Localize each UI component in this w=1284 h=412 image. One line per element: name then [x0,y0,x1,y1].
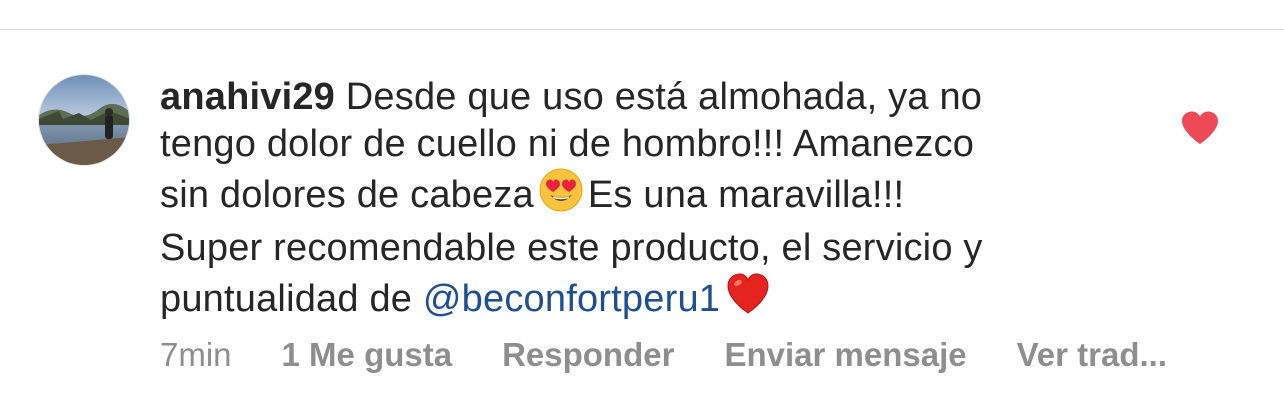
comment-actions: 7min 1 Me gusta Responder Enviar mensaje Ver… [160,336,1167,380]
mention-link[interactable]: @beconfortperu1 [423,278,720,320]
red-heart-emoji-icon [724,271,772,329]
avatar-photo [39,75,129,165]
send-message-button[interactable]: Enviar mensaje [724,336,966,374]
heart-eyes-emoji-icon [538,167,584,225]
comment-username[interactable]: anahivi29 [160,76,335,118]
comment-line-3-text-a: sin dolores de cabeza [160,174,534,216]
heart-icon [1182,111,1218,144]
comment-line-4: Super recomendable este producto, el ser… [160,226,983,269]
like-button[interactable] [1180,110,1220,146]
comment-line-1-text: Desde que uso está almohada, ya no [345,76,983,118]
comment-line-5-text: puntualidad de [160,278,413,320]
comment-line-5: puntualidad de @beconfortperu1 [160,271,1140,329]
avatar[interactable] [38,74,130,166]
comment-line-2: tengo dolor de cuello ni de hombro!!! Am… [160,122,975,165]
comment-line-1: anahivi29 Desde que uso está almohada, y… [160,74,1140,121]
comment-text: anahivi29 Desde que uso está almohada, y… [160,74,1140,329]
see-translation-button[interactable]: Ver trad... [1017,336,1167,374]
likes-count-link[interactable]: 1 Me gusta [282,336,453,374]
comment-timestamp: 7min [160,336,232,373]
comment-line-3: sin dolores de cabeza Es una maravilla!!… [160,167,1140,225]
comment-line-3-text-b: Es una maravilla!!! [587,174,905,216]
reply-button[interactable]: Responder [502,336,674,374]
top-divider [0,29,1284,30]
